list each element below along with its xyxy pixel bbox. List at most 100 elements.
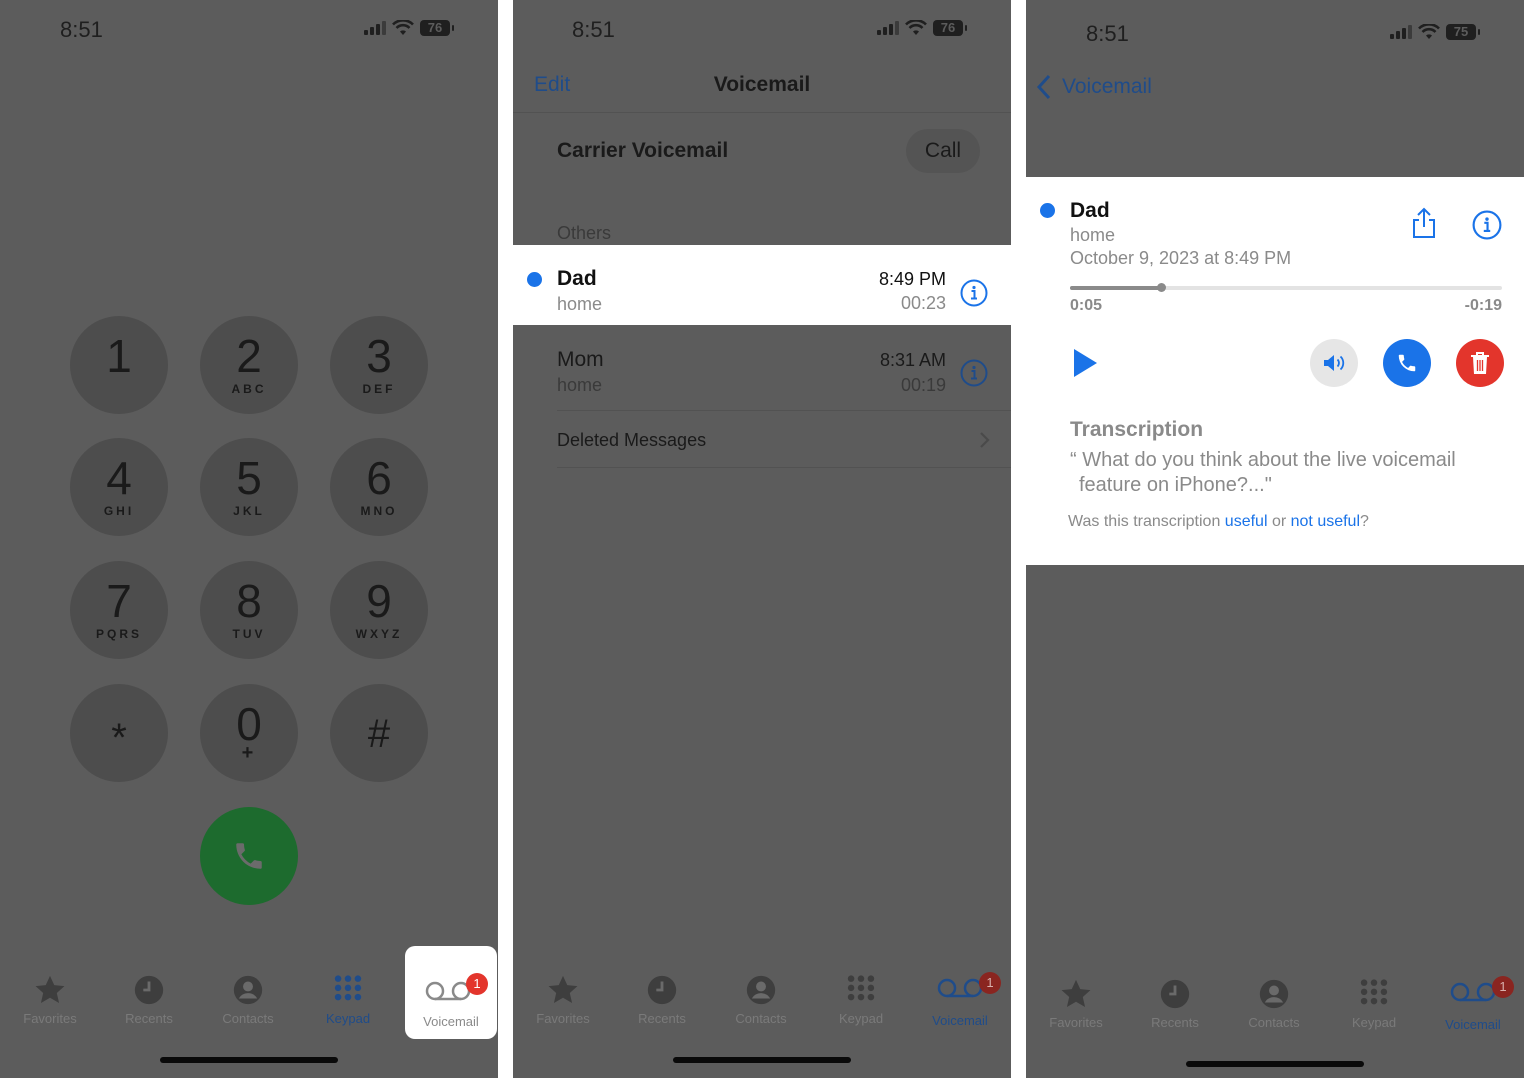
tab-voicemail[interactable]: Voicemail 1 xyxy=(915,972,1005,1028)
tab-label: Recents xyxy=(125,1011,173,1026)
chevron-right-icon xyxy=(980,432,990,448)
call-carrier-button[interactable]: Call xyxy=(906,129,980,173)
tab-favorites[interactable]: Favorites xyxy=(1031,977,1121,1030)
transcription-line-2: feature on iPhone?..." xyxy=(1079,474,1272,496)
voicemail-detail-screen: 8:51 75 Voicemail Dad home October 9, 20… xyxy=(1026,0,1524,1078)
signal-icon xyxy=(364,21,386,35)
voicemail-row-dad[interactable]: Dad home 8:49 PM 00:23 xyxy=(513,245,1011,325)
tab-recents[interactable]: Recents xyxy=(1130,977,1220,1030)
signal-icon xyxy=(877,21,899,35)
delete-button[interactable] xyxy=(1456,339,1504,387)
battery-icon: 76 xyxy=(933,20,967,36)
divider xyxy=(557,410,1011,411)
key-2[interactable]: 2 ABC xyxy=(200,316,298,414)
status-time: 8:51 xyxy=(1086,21,1129,46)
tab-voicemail[interactable]: Voicemail 1 xyxy=(405,946,497,1039)
info-icon[interactable] xyxy=(1472,210,1502,240)
key-digit: 7 xyxy=(106,575,132,627)
keypad-screen: 8:51 76 1 2 ABC 3 DEF 4 GHI 5 JKL 6 MNO 7 PQRS… xyxy=(0,0,498,1078)
call-button[interactable] xyxy=(200,807,298,905)
tab-label: Favorites xyxy=(536,1011,590,1026)
tab-label: Voicemail xyxy=(1445,1017,1501,1032)
caller-label: home xyxy=(557,294,603,314)
tab-keypad[interactable]: Keypad xyxy=(816,973,906,1026)
tab-favorites[interactable]: Favorites xyxy=(518,973,608,1026)
unread-badge: 1 xyxy=(979,972,1001,994)
phone-icon xyxy=(1398,354,1416,372)
speaker-icon xyxy=(1324,355,1345,371)
tab-recents[interactable]: Recents xyxy=(104,973,194,1026)
tab-label: Contacts xyxy=(735,1011,787,1026)
key-digit: 5 xyxy=(236,452,262,504)
feedback-or: or xyxy=(1267,513,1291,530)
info-icon[interactable] xyxy=(960,359,988,387)
key-letters: GHI xyxy=(103,504,135,518)
key-digit: 9 xyxy=(366,575,392,627)
status-icons: 75 xyxy=(1390,24,1480,40)
home-indicator[interactable] xyxy=(673,1057,851,1063)
tab-label: Contacts xyxy=(1248,1015,1300,1030)
wifi-icon xyxy=(1418,24,1440,39)
voicemail-time: 8:49 PM xyxy=(878,269,946,289)
person-icon xyxy=(746,975,776,1005)
key-8[interactable]: 8 TUV xyxy=(200,561,298,659)
caller-name: Dad xyxy=(1070,199,1110,222)
home-indicator[interactable] xyxy=(160,1057,338,1063)
caller-label: home xyxy=(557,375,603,395)
divider xyxy=(513,112,1011,113)
star-icon xyxy=(1061,979,1091,1008)
key-0[interactable]: 0 + xyxy=(200,684,298,782)
info-icon[interactable] xyxy=(960,279,988,307)
share-icon[interactable] xyxy=(1410,207,1438,239)
tab-label: Keypad xyxy=(325,1011,371,1026)
tab-contacts[interactable]: Contacts xyxy=(203,973,293,1026)
play-icon[interactable] xyxy=(1072,348,1098,378)
home-indicator[interactable] xyxy=(1186,1061,1364,1067)
key-5[interactable]: 5 JKL xyxy=(200,438,298,536)
back-button[interactable]: Voicemail xyxy=(1036,74,1152,100)
key-letters: TUV xyxy=(232,627,266,641)
key-4[interactable]: 4 GHI xyxy=(70,438,168,536)
tab-keypad[interactable]: Keypad xyxy=(303,973,393,1026)
tab-label: Contacts xyxy=(222,1011,274,1026)
call-back-button[interactable] xyxy=(1383,339,1431,387)
battery-icon: 75 xyxy=(1446,24,1480,40)
key-letters: PQRS xyxy=(95,627,142,641)
tab-favorites[interactable]: Favorites xyxy=(5,973,95,1026)
battery-icon: 76 xyxy=(420,20,454,36)
clock-icon xyxy=(1160,979,1190,1009)
key-star[interactable]: * xyxy=(70,684,168,782)
transcription-line-1: “ What do you think about the live voice… xyxy=(1070,449,1456,471)
tab-contacts[interactable]: Contacts xyxy=(716,973,806,1026)
tab-contacts[interactable]: Contacts xyxy=(1229,977,1319,1030)
useful-link[interactable]: useful xyxy=(1225,513,1268,530)
feedback-prefix: Was this transcription xyxy=(1068,513,1225,530)
key-digit: 8 xyxy=(236,575,262,627)
tab-label: Recents xyxy=(638,1011,686,1026)
key-digit: 4 xyxy=(106,452,132,504)
key-6[interactable]: 6 MNO xyxy=(330,438,428,536)
playback-scrubber[interactable] xyxy=(1070,283,1502,292)
key-letters: WXYZ xyxy=(355,627,403,641)
back-label: Voicemail xyxy=(1062,75,1152,98)
tab-voicemail[interactable]: Voicemail 1 xyxy=(1428,976,1518,1032)
status-time: 8:51 xyxy=(60,17,103,42)
not-useful-link[interactable]: not useful xyxy=(1291,513,1360,530)
scrubber-knob[interactable] xyxy=(1156,283,1166,292)
star-icon xyxy=(35,975,65,1004)
key-9[interactable]: 9 WXYZ xyxy=(330,561,428,659)
person-icon xyxy=(233,975,263,1005)
tab-keypad[interactable]: Keypad xyxy=(1329,977,1419,1030)
key-3[interactable]: 3 DEF xyxy=(330,316,428,414)
key-1[interactable]: 1 xyxy=(70,316,168,414)
speaker-button[interactable] xyxy=(1310,339,1358,387)
key-hash[interactable]: # xyxy=(330,684,428,782)
key-7[interactable]: 7 PQRS xyxy=(70,561,168,659)
deleted-messages-link[interactable]: Deleted Messages xyxy=(557,430,706,451)
wifi-icon xyxy=(905,20,927,35)
status-icons: 76 xyxy=(364,20,454,36)
tab-label: Keypad xyxy=(1351,1015,1397,1030)
tab-recents[interactable]: Recents xyxy=(617,973,707,1026)
clock-icon xyxy=(647,975,677,1005)
remaining-time: -0:19 xyxy=(1464,297,1502,314)
